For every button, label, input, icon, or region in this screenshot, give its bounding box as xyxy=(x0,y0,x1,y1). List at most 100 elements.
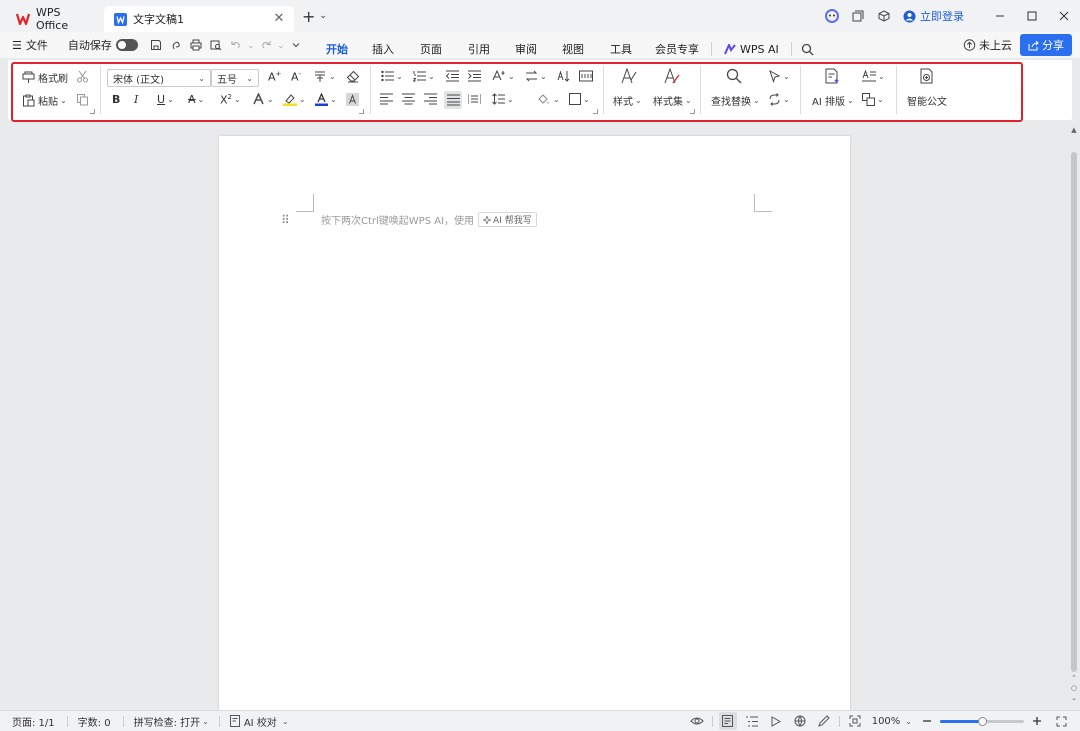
smart-doc-button[interactable]: 智能公文 xyxy=(907,93,947,108)
outline-view-icon[interactable] xyxy=(743,712,761,730)
show-marks-button[interactable] xyxy=(579,70,593,82)
group-expand-icon[interactable] xyxy=(90,109,95,114)
print-icon[interactable] xyxy=(186,35,206,55)
tab-wps-ai[interactable]: WPS AI xyxy=(724,43,779,56)
char-shading-button[interactable] xyxy=(346,93,359,106)
smart-doc-icon-button[interactable] xyxy=(919,68,935,84)
tab-document[interactable]: 文字文稿1 ✕ xyxy=(104,6,294,32)
justify-button[interactable] xyxy=(444,91,462,109)
increase-indent-button[interactable] xyxy=(468,70,481,82)
underline-button[interactable]: U ⌄ xyxy=(157,93,174,106)
copy-button[interactable] xyxy=(76,93,89,106)
scroll-thumb[interactable] xyxy=(1071,152,1077,672)
redo-icon[interactable] xyxy=(256,35,276,55)
group-expand-icon[interactable] xyxy=(690,109,695,114)
borders-button[interactable]: ⌄ xyxy=(569,93,590,105)
web-view-icon[interactable] xyxy=(791,712,809,730)
style-set-icon-button[interactable] xyxy=(664,68,680,84)
highlight-button[interactable]: ⌄ xyxy=(283,93,306,106)
align-left-button[interactable] xyxy=(380,93,393,105)
tab-page[interactable]: 页面 xyxy=(420,41,442,57)
export-pdf-icon[interactable] xyxy=(166,35,186,55)
drag-handle-icon[interactable]: ⠿ xyxy=(281,213,290,227)
page-view-icon[interactable] xyxy=(718,712,737,730)
undo-icon[interactable] xyxy=(226,35,246,55)
clear-format-button[interactable] xyxy=(346,70,360,83)
line-spacing-button[interactable]: ⌄ xyxy=(492,93,514,105)
zoom-in-icon[interactable] xyxy=(1028,712,1046,730)
numbered-list-button[interactable]: ⌄ xyxy=(413,70,435,82)
vertical-scrollbar[interactable]: ▲ ⌃ ○ ⌄ xyxy=(1068,122,1080,710)
styles-button[interactable]: 样式 ⌄ xyxy=(613,93,642,108)
format-painter-button[interactable]: 格式刷 xyxy=(22,70,68,85)
toggle-switch[interactable] xyxy=(115,39,138,51)
new-tab-button[interactable]: + ⌄ xyxy=(302,7,327,26)
print-preview-icon[interactable] xyxy=(206,35,226,55)
italic-button[interactable]: I xyxy=(134,93,138,106)
pen-icon[interactable] xyxy=(815,712,833,730)
font-color-button[interactable]: ⌄ xyxy=(315,93,337,106)
zoom-level[interactable]: 100% ⌄ xyxy=(872,716,912,727)
sort-button[interactable] xyxy=(557,70,570,82)
strikethrough-button[interactable]: A ⌄ xyxy=(188,93,204,106)
cloud-status[interactable]: 未上云 xyxy=(963,37,1012,53)
ai-layout-button[interactable]: AI 排版 ⌄ xyxy=(812,93,854,108)
tab-home[interactable]: 开始 xyxy=(326,41,348,62)
share-button[interactable]: 分享 xyxy=(1020,34,1072,56)
file-menu[interactable]: ☰ 文件 xyxy=(12,37,48,53)
shading-button[interactable]: ⌄ xyxy=(537,93,560,106)
tab-review[interactable]: 审阅 xyxy=(515,41,537,57)
paste-button[interactable]: 粘贴 ⌄ xyxy=(22,93,67,108)
close-tab-icon[interactable]: ✕ xyxy=(272,12,286,26)
search-icon[interactable] xyxy=(798,39,818,59)
decrease-indent-button[interactable] xyxy=(446,70,459,82)
cut-button[interactable] xyxy=(76,70,89,83)
group-expand-icon[interactable] xyxy=(593,109,598,114)
page-down-icon[interactable]: ⌄ xyxy=(1070,694,1078,702)
ai-assistant-icon[interactable] xyxy=(819,3,845,29)
styles-icon-button[interactable] xyxy=(621,68,637,84)
close-window-button[interactable] xyxy=(1048,0,1080,32)
shapes-button[interactable]: ⌄ xyxy=(862,93,884,106)
window-copy-icon[interactable] xyxy=(845,3,871,29)
word-count[interactable]: 字数: 0 xyxy=(78,714,111,729)
convert-button[interactable]: ⌄ xyxy=(768,93,790,106)
play-icon[interactable] xyxy=(767,712,785,730)
scroll-up-icon[interactable]: ▲ xyxy=(1070,126,1078,134)
font-name-select[interactable]: 宋体 (正文) ⌄ xyxy=(107,69,211,87)
page-up-icon[interactable]: ⌃ xyxy=(1070,674,1078,682)
bold-button[interactable]: B xyxy=(112,93,120,106)
chinese-layout-button[interactable]: ⌄ xyxy=(492,70,515,82)
tab-view[interactable]: 视图 xyxy=(562,41,584,57)
maximize-button[interactable] xyxy=(1016,0,1048,32)
phonetic-button[interactable]: ⌄ xyxy=(313,70,336,83)
group-expand-icon[interactable] xyxy=(359,109,364,114)
bullet-list-button[interactable]: ⌄ xyxy=(381,70,403,82)
zoom-out-icon[interactable] xyxy=(918,712,936,730)
text-spacing-button[interactable]: ⌄ xyxy=(862,70,885,82)
distribute-button[interactable] xyxy=(468,93,481,105)
tab-reference[interactable]: 引用 xyxy=(468,41,490,57)
minimize-button[interactable] xyxy=(984,0,1016,32)
eye-protect-icon[interactable] xyxy=(688,712,706,730)
select-button[interactable]: ⌄ xyxy=(768,70,790,83)
tab-wps-office[interactable]: WPS Office xyxy=(6,6,98,32)
superscript-button[interactable]: X2 ⌄ xyxy=(220,93,241,107)
decrease-font-button[interactable]: A- xyxy=(291,70,301,84)
text-direction-button[interactable]: ⌄ xyxy=(525,70,547,82)
login-button[interactable]: 立即登录 xyxy=(903,8,964,24)
ai-layout-icon-button[interactable] xyxy=(824,68,840,84)
tab-member[interactable]: 会员专享 xyxy=(655,41,699,57)
undo-dropdown-icon[interactable]: ⌄ xyxy=(246,35,256,55)
find-replace-button[interactable]: 查找替换 ⌄ xyxy=(711,93,760,108)
redo-dropdown-icon[interactable]: ⌄ xyxy=(276,35,286,55)
cube-icon[interactable] xyxy=(871,3,897,29)
page-count[interactable]: 页面: 1/1 xyxy=(12,714,55,729)
increase-font-button[interactable]: A+ xyxy=(268,70,281,84)
tab-tools[interactable]: 工具 xyxy=(610,41,632,57)
autosave-toggle[interactable]: 自动保存 xyxy=(68,37,138,53)
save-icon[interactable] xyxy=(146,35,166,55)
style-set-button[interactable]: 样式集 ⌄ xyxy=(653,93,692,108)
zoom-slider[interactable] xyxy=(940,716,1024,726)
align-right-button[interactable] xyxy=(424,93,437,105)
